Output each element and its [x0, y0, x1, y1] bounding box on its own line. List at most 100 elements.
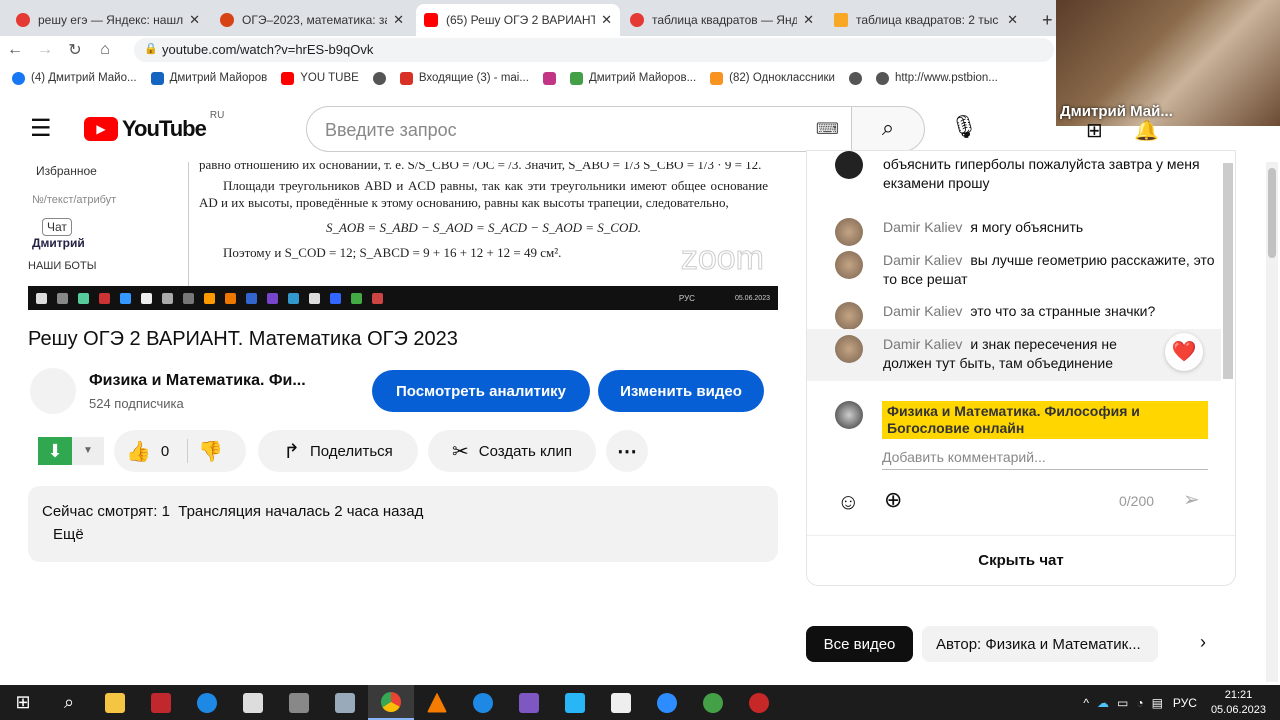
edit-video-button[interactable]: Изменить видео	[598, 370, 764, 412]
browser-tab[interactable]: решу егэ — Яндекс: нашлось✕	[8, 4, 208, 36]
share-button[interactable]: ↱ Поделиться	[258, 430, 418, 472]
analytics-button[interactable]: Посмотреть аналитику	[372, 370, 590, 412]
download-icon[interactable]: ⬇	[38, 437, 72, 465]
browser-tab-active[interactable]: (65) Решу ОГЭ 2 ВАРИАНТ. Математика✕	[416, 4, 620, 36]
battery-icon[interactable]: ▭	[1117, 696, 1128, 710]
browser-tab[interactable]: ОГЭ–2023, математика: задания✕	[212, 4, 412, 36]
chevron-down-icon[interactable]: ▼	[72, 437, 104, 465]
show-more-link[interactable]: Ещё	[53, 526, 764, 543]
comment-input[interactable]: Добавить комментарий...	[882, 449, 1208, 470]
add-circle-icon[interactable]: ⊕	[884, 487, 902, 513]
vlc-icon[interactable]	[414, 685, 460, 720]
chip-author[interactable]: Автор: Физика и Математик...	[922, 626, 1158, 662]
edge-icon[interactable]	[184, 685, 230, 720]
bookmark[interactable]	[372, 71, 386, 85]
scissors-icon: ✂	[452, 440, 469, 463]
more-actions-button[interactable]: ⋯	[606, 430, 648, 472]
share-icon: ↱	[283, 440, 300, 463]
bookmarks-bar: (4) Дмитрий Майо... Дмитрий Майоров YOU …	[0, 64, 1060, 92]
store-icon[interactable]	[230, 685, 276, 720]
heart-reaction-icon[interactable]: ❤️	[1165, 333, 1203, 371]
bookmark[interactable]: Дмитрий Майоров...	[569, 71, 696, 85]
emoji-icon[interactable]: ☺	[837, 489, 859, 515]
bell-icon[interactable]: 🔔	[1134, 118, 1159, 143]
wifi-icon[interactable]: ◔	[1136, 696, 1143, 710]
dislike-icon[interactable]: 👎	[198, 439, 223, 464]
channel-avatar[interactable]	[30, 368, 76, 414]
channel-name[interactable]: Физика и Математика. Фи...	[89, 372, 306, 390]
bookmark[interactable]: (82) Одноклассники	[710, 71, 835, 85]
avatar	[835, 218, 863, 246]
search-button[interactable]: ⌕	[851, 106, 925, 152]
forward-icon[interactable]: →	[30, 41, 60, 59]
search-icon[interactable]: ⌕	[46, 685, 92, 720]
app-icon[interactable]	[322, 685, 368, 720]
menu-icon[interactable]: ☰	[30, 114, 52, 143]
language-indicator[interactable]: РУС	[1173, 696, 1197, 710]
start-icon[interactable]: ⊞	[0, 685, 46, 720]
close-tab-icon[interactable]: ✕	[1007, 12, 1018, 28]
reload-icon[interactable]: ↻	[60, 40, 90, 60]
chat-message-hovered: Damir Kaliev и знак пересечения не должен…	[807, 329, 1221, 381]
subscriber-count: 524 подписчика	[89, 396, 184, 411]
onedrive-icon[interactable]: ☁	[1097, 696, 1109, 710]
hide-chat-button[interactable]: Скрыть чат	[807, 535, 1235, 585]
video-frame-taskbar: РУС 05.06.2023	[28, 286, 778, 310]
chip-all-videos[interactable]: Все видео	[806, 626, 913, 662]
search-input[interactable]: Введите запрос ⌨	[306, 106, 852, 152]
calculator-icon[interactable]	[276, 685, 322, 720]
tray-chevron-icon[interactable]: ^	[1083, 696, 1089, 710]
bookmark[interactable]: Дмитрий Майоров	[150, 71, 267, 85]
microphone-icon[interactable]: 🎙	[950, 114, 978, 140]
globe-icon	[875, 71, 889, 85]
chrome-icon[interactable]	[368, 685, 414, 720]
odnoklassniki-icon	[710, 71, 724, 85]
chat-scrollbar[interactable]	[1223, 163, 1233, 379]
create-clip-button[interactable]: ✂ Создать клип	[428, 430, 596, 472]
create-icon[interactable]: ⊞	[1086, 118, 1103, 143]
bookmark[interactable]: http://www.pstbion...	[875, 71, 998, 85]
app-icon[interactable]	[138, 685, 184, 720]
like-icon[interactable]: 👍	[126, 439, 151, 464]
description-box[interactable]: Сейчас смотрят: 1 Трансляция началась 2 …	[28, 486, 778, 562]
avatar	[835, 251, 863, 279]
video-title: Решу ОГЭ 2 ВАРИАНТ. Математика ОГЭ 2023	[28, 328, 458, 350]
globe-icon	[372, 71, 386, 85]
bookmark[interactable]	[848, 71, 862, 85]
bookmark[interactable]: YOU TUBE	[281, 71, 359, 85]
youtube-logo[interactable]: ▶ YouTube RU	[84, 110, 224, 142]
close-tab-icon[interactable]: ✕	[601, 12, 612, 28]
browser-tab-bar: решу егэ — Яндекс: нашлось✕ ОГЭ–2023, ма…	[0, 0, 1060, 36]
bookmark[interactable]	[542, 71, 556, 85]
own-channel-badge: Физика и Математика. Философия и Богосло…	[882, 401, 1208, 439]
notification-icon[interactable]: ▤	[1152, 696, 1163, 710]
keyboard-icon[interactable]: ⌨	[816, 119, 839, 139]
avatar	[835, 401, 863, 429]
send-icon[interactable]: ➢	[1183, 487, 1200, 512]
app-icon[interactable]	[736, 685, 782, 720]
close-tab-icon[interactable]: ✕	[803, 12, 814, 28]
chevron-right-icon[interactable]: ›	[1200, 632, 1206, 653]
url-input[interactable]: 🔒 youtube.com/watch?v=hrES-b9qOvk	[134, 38, 1054, 62]
app-icon[interactable]	[598, 685, 644, 720]
clock[interactable]: 21:21 05.06.2023	[1211, 688, 1266, 718]
zoom-icon[interactable]	[644, 685, 690, 720]
torrent-icon[interactable]	[690, 685, 736, 720]
page-scrollbar[interactable]	[1266, 162, 1278, 682]
back-icon[interactable]: ←	[0, 41, 30, 59]
app-icon[interactable]	[460, 685, 506, 720]
live-chat-panel: объяснить гиперболы пожалуйста завтра у …	[806, 150, 1236, 586]
close-tab-icon[interactable]: ✕	[189, 12, 200, 28]
file-explorer-icon[interactable]	[92, 685, 138, 720]
app-icon[interactable]	[506, 685, 552, 720]
bookmark[interactable]: Входящие (3) - mai...	[399, 71, 529, 85]
lock-icon: 🔒	[144, 43, 158, 55]
video-player[interactable]: Избранное №/текст/атрибут Чат Дмитрий НА…	[28, 162, 778, 310]
app-icon[interactable]	[552, 685, 598, 720]
like-dislike-group: 👍 0 👎	[114, 430, 246, 472]
browser-tab[interactable]: таблица квадратов — Яндекс✕	[622, 4, 822, 36]
home-icon[interactable]: ⌂	[90, 41, 120, 59]
close-tab-icon[interactable]: ✕	[393, 12, 404, 28]
browser-tab[interactable]: таблица квадратов: 2 тыс изображений✕	[826, 4, 1026, 36]
bookmark[interactable]: (4) Дмитрий Майо...	[12, 71, 137, 85]
